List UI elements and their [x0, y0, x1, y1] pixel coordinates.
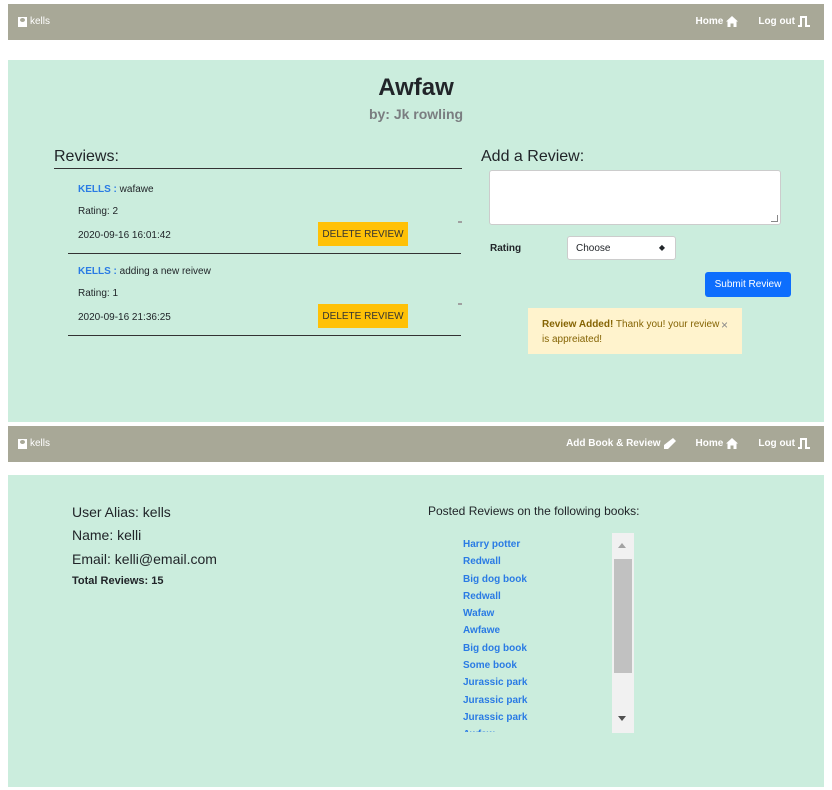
user-email: Email: kelli@email.com [72, 551, 217, 567]
review-text: adding a new reivew [119, 266, 211, 277]
navbar-top: kells Home Log out [8, 4, 824, 40]
review-item: KELLS : adding a new reivew Rating: 1 20… [68, 254, 462, 336]
logout-link[interactable]: Log out [758, 438, 810, 449]
user-icon [18, 438, 27, 449]
add-review-heading: Add a Review: [481, 148, 585, 165]
user-icon [18, 16, 27, 27]
total-reviews: Total Reviews: 15 [72, 575, 164, 587]
book-link[interactable]: Harry potter [463, 536, 528, 553]
book-link[interactable]: Jurassic park [463, 692, 528, 709]
door-icon [798, 438, 810, 449]
pencil-icon [663, 438, 676, 449]
book-link[interactable]: Jurassic park [463, 709, 528, 726]
rating-label: Rating [490, 243, 522, 254]
close-icon[interactable]: × [721, 318, 728, 333]
posted-reviews-heading: Posted Reviews on the following books: [428, 504, 640, 518]
book-link[interactable]: Redwall [463, 553, 528, 570]
user-alias: User Alias: kells [72, 504, 171, 520]
delete-review-button[interactable]: DELETE REVIEW [318, 222, 408, 246]
review-text: wafawe [119, 184, 154, 195]
home-icon [726, 438, 739, 449]
book-panel: Awfaw by: Jk rowling Reviews: KELLS : wa… [8, 60, 824, 422]
review-textarea[interactable] [489, 170, 781, 225]
submit-review-button[interactable]: Submit Review [705, 272, 791, 297]
select-arrows-icon: ◆ [658, 243, 665, 252]
review-user[interactable]: KELLS : [78, 184, 117, 195]
review-date: 2020-09-16 21:36:25 [78, 312, 171, 323]
review-item: KELLS : wafawe Rating: 2 2020-09-16 16:0… [68, 172, 462, 254]
home-icon [726, 16, 739, 27]
book-link[interactable]: Awfawe [463, 622, 528, 639]
navbar-profile: kells Add Book & Review Home Log out [8, 426, 824, 462]
home-link[interactable]: Home [696, 438, 739, 449]
book-link[interactable]: Big dog book [463, 640, 528, 657]
book-link[interactable]: Some book [463, 657, 528, 674]
scroll-thumb[interactable] [614, 559, 632, 673]
book-link[interactable]: Awfaw [463, 726, 528, 732]
brand-link[interactable]: kells [18, 16, 50, 27]
review-rating: Rating: 1 [78, 288, 119, 299]
review-rating: Rating: 2 [78, 206, 119, 217]
posted-books-list[interactable]: Harry potter Redwall Big dog book Redwall Wa… [457, 532, 634, 732]
door-icon [798, 16, 810, 27]
book-link[interactable]: Jurassic park [463, 674, 528, 691]
scroll-up-icon[interactable] [618, 543, 626, 548]
brand-label: kells [30, 16, 51, 27]
rating-select[interactable]: Choose ◆ [567, 236, 676, 260]
brand-link[interactable]: kells [18, 438, 50, 449]
reviews-heading: Reviews: [54, 148, 462, 169]
rating-select-value: Choose [576, 243, 611, 254]
book-author: by: Jk rowling [368, 106, 464, 122]
book-link[interactable]: Redwall [463, 588, 528, 605]
delete-review-button[interactable]: DELETE REVIEW [318, 304, 408, 328]
book-link[interactable]: Wafaw [463, 605, 528, 622]
divider-mark [458, 303, 462, 305]
review-date: 2020-09-16 16:01:42 [78, 230, 171, 241]
user-name: Name: kelli [72, 527, 142, 543]
divider-mark [458, 221, 462, 223]
home-link[interactable]: Home [696, 16, 739, 27]
profile-panel: User Alias: kells Name: kelli Email: kel… [8, 475, 824, 787]
success-alert: Review Added! Thank you! your review is … [528, 308, 742, 354]
scroll-down-icon[interactable] [618, 716, 626, 721]
alert-strong: Review Added! [542, 319, 614, 330]
book-title: Awfaw [378, 74, 454, 101]
add-book-link[interactable]: Add Book & Review [566, 438, 676, 449]
scrollbar[interactable] [612, 533, 634, 733]
review-user[interactable]: KELLS : [78, 266, 117, 277]
book-link[interactable]: Big dog book [463, 571, 528, 588]
brand-label: kells [30, 438, 51, 449]
logout-link[interactable]: Log out [758, 16, 810, 27]
